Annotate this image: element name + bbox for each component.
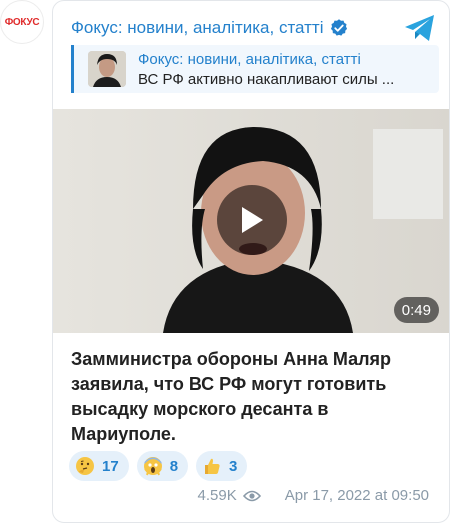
post-card: Фокус: новини, аналітика, статті Фокус: … — [52, 0, 450, 523]
reaction-scream[interactable]: 8 — [136, 451, 189, 481]
quote-text: ВС РФ активно накапливают силы ... — [138, 71, 395, 88]
telegram-icon[interactable] — [403, 13, 437, 43]
avatar-logo-text: ФОКУС — [4, 16, 40, 28]
reply-quote[interactable]: Фокус: новини, аналітика, статті ВС РФ а… — [71, 45, 439, 93]
reaction-thumbs-up[interactable]: 3 — [196, 451, 248, 481]
reaction-count: 8 — [169, 457, 179, 475]
quote-title: Фокус: новини, аналітика, статті — [138, 51, 361, 68]
message-line: высадку морского десанта в — [71, 399, 329, 419]
channel-avatar[interactable]: ФОКУС — [0, 0, 44, 44]
message-text: Замминистра обороны Анна Маляр заявила, … — [71, 347, 431, 447]
message-line: Мариуполе. — [71, 424, 176, 444]
post-header: Фокус: новини, аналітика, статті — [71, 15, 437, 41]
screaming-face-icon — [143, 457, 162, 476]
reaction-count: 17 — [102, 457, 119, 475]
play-icon — [242, 207, 263, 233]
reaction-count: 3 — [229, 457, 238, 475]
reaction-thinking[interactable]: 17 — [69, 451, 129, 481]
play-button[interactable] — [217, 185, 287, 255]
reactions-bar: 17 8 3 — [69, 451, 248, 481]
message-line: Замминистра обороны Анна Маляр — [71, 349, 392, 369]
eye-icon — [242, 490, 261, 501]
thumbs-up-icon — [205, 458, 220, 474]
channel-title[interactable]: Фокус: новини, аналітика, статті — [71, 18, 323, 38]
message-line: заявила, что ВС РФ могут готовить — [71, 374, 387, 394]
quote-thumbnail — [88, 51, 126, 87]
verified-check-icon — [331, 19, 348, 36]
view-count: 4.59K — [197, 487, 237, 504]
post-date[interactable]: Apr 17, 2022 at 09:50 — [285, 487, 429, 504]
video-player[interactable]: 0:49 — [53, 109, 449, 333]
thinking-face-icon — [76, 457, 94, 475]
video-duration: 0:49 — [393, 297, 439, 323]
post-meta: 4.59K Apr 17, 2022 at 09:50 — [198, 487, 429, 504]
